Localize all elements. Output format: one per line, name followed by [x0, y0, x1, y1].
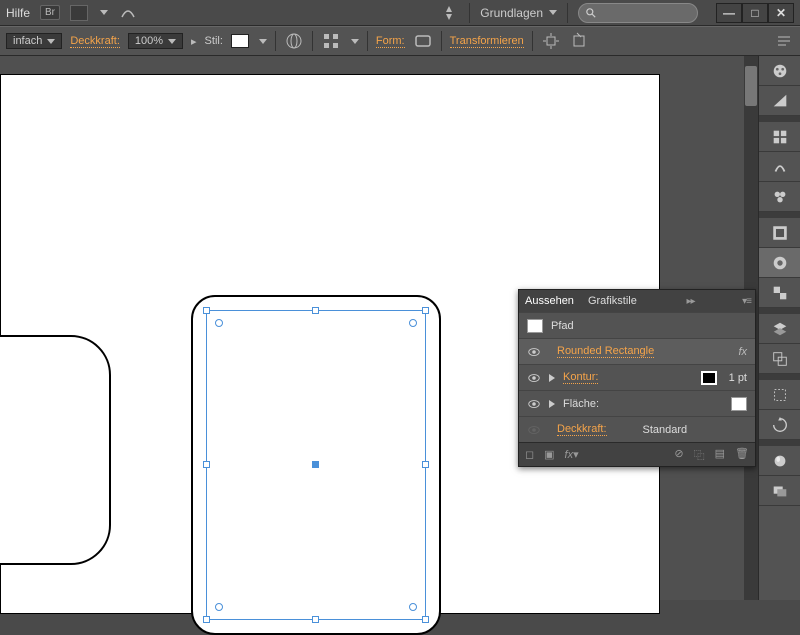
- options-bar: infach Deckkraft: 100% ▸ Stil: Form: Tra…: [0, 26, 800, 56]
- stroke-swatch[interactable]: [701, 371, 717, 385]
- dock-transform-icon[interactable]: [759, 410, 800, 440]
- clear-icon[interactable]: ⊘: [674, 447, 683, 463]
- style-swatch[interactable]: [231, 34, 249, 48]
- transform-label[interactable]: Transformieren: [450, 35, 524, 48]
- chevron-down-icon: [100, 10, 108, 15]
- new-fill-icon[interactable]: ◻: [525, 448, 534, 461]
- dock-appearance-icon[interactable]: [759, 446, 800, 476]
- appearance-row-fill[interactable]: Fläche:: [519, 390, 755, 416]
- expand-triangle-icon[interactable]: [549, 374, 555, 382]
- fill-swatch[interactable]: [731, 397, 747, 411]
- resize-handle-ne[interactable]: [422, 307, 429, 314]
- stroke-label[interactable]: Kontur:: [563, 371, 598, 384]
- path-label: Pfad: [551, 320, 574, 332]
- appearance-panel: Aussehen Grafikstile ▸▸ ▾≡ Pfad Rounded …: [518, 289, 756, 467]
- fill-label: Fläche:: [563, 398, 599, 410]
- dock-pathfinder-icon[interactable]: [759, 344, 800, 374]
- dock-graphic-styles-icon[interactable]: [759, 476, 800, 506]
- rounded-rect-shape[interactable]: [0, 335, 111, 565]
- opacity-value: Standard: [643, 424, 688, 436]
- corner-radius-se[interactable]: [409, 603, 417, 611]
- maximize-button[interactable]: □: [742, 3, 768, 23]
- arrange-documents-icon[interactable]: [70, 5, 88, 21]
- shape-rect-icon[interactable]: [413, 32, 433, 50]
- opacity-label[interactable]: Deckkraft:: [70, 35, 120, 48]
- isolate2-icon[interactable]: [569, 32, 589, 50]
- window-controls: — □ ✕: [716, 3, 794, 23]
- dock-color-guide-icon[interactable]: [759, 86, 800, 116]
- opacity-label[interactable]: Deckkraft:: [557, 423, 607, 436]
- globe-icon[interactable]: [284, 32, 304, 50]
- dock-swatches-icon[interactable]: [759, 122, 800, 152]
- style-label: Stil:: [205, 35, 223, 47]
- delete-icon[interactable]: 🗑: [735, 447, 749, 463]
- shape-label[interactable]: Form:: [376, 35, 405, 48]
- add-effect-icon[interactable]: fx▾: [565, 448, 579, 461]
- corner-radius-ne[interactable]: [409, 319, 417, 327]
- panel-tabs: Aussehen Grafikstile ▸▸ ▾≡: [519, 290, 755, 312]
- isolate-icon[interactable]: [541, 32, 561, 50]
- dock-stroke-icon[interactable]: [759, 218, 800, 248]
- brush-style-field[interactable]: infach: [6, 33, 62, 49]
- resize-handle-sw[interactable]: [203, 616, 210, 623]
- scrollbar-thumb[interactable]: [745, 66, 757, 106]
- selection-bounding-box[interactable]: [206, 310, 426, 620]
- dock-gradient-icon[interactable]: [759, 248, 800, 278]
- corner-radius-sw[interactable]: [215, 603, 223, 611]
- resize-handle-nw[interactable]: [203, 307, 210, 314]
- right-dock: [758, 56, 800, 600]
- dock-transparency-icon[interactable]: [759, 278, 800, 308]
- object-thumb: [527, 319, 543, 333]
- dock-color-icon[interactable]: [759, 56, 800, 86]
- new-stroke-icon[interactable]: ▣: [544, 448, 554, 461]
- resize-handle-se[interactable]: [422, 616, 429, 623]
- dock-layers-icon[interactable]: [759, 314, 800, 344]
- appearance-row-effect[interactable]: Rounded Rectangle fx: [519, 338, 755, 364]
- expand-triangle-icon[interactable]: [549, 400, 555, 408]
- resize-handle-s[interactable]: [312, 616, 319, 623]
- effect-link[interactable]: Rounded Rectangle: [557, 345, 654, 358]
- panel-menu-icon[interactable]: ▾≡: [742, 296, 751, 307]
- sync-icon[interactable]: [439, 4, 459, 22]
- opacity-field[interactable]: 100%: [128, 33, 183, 49]
- dock-symbols-icon[interactable]: [759, 182, 800, 212]
- stroke-value[interactable]: 1 pt: [729, 372, 747, 384]
- dock-brushes-icon[interactable]: [759, 152, 800, 182]
- bridge-badge[interactable]: Br: [40, 5, 60, 20]
- resize-handle-n[interactable]: [312, 307, 319, 314]
- visibility-icon[interactable]: [527, 397, 541, 411]
- panel-footer: ◻ ▣ fx▾ ⊘ ⿻ ▤ 🗑: [519, 442, 755, 466]
- tab-appearance[interactable]: Aussehen: [523, 293, 576, 309]
- visibility-icon[interactable]: [527, 345, 541, 359]
- new-icon[interactable]: ▤: [715, 447, 725, 463]
- resize-handle-e[interactable]: [422, 461, 429, 468]
- appearance-row-stroke[interactable]: Kontur: 1 pt: [519, 364, 755, 390]
- gpu-icon[interactable]: [118, 4, 138, 22]
- tab-graphic-styles[interactable]: Grafikstile: [586, 293, 639, 309]
- menu-help[interactable]: Hilfe: [6, 6, 30, 20]
- dock-artboards-icon[interactable]: [759, 380, 800, 410]
- search-icon: [585, 7, 597, 19]
- align-grid-icon[interactable]: [321, 32, 341, 50]
- chevron-down-icon: [549, 10, 557, 15]
- app-menubar: Hilfe Br Grundlagen — □ ✕: [0, 0, 800, 26]
- appearance-row-opacity[interactable]: Deckkraft: Standard: [519, 416, 755, 442]
- duplicate-icon[interactable]: ⿻: [694, 447, 705, 463]
- resize-handle-w[interactable]: [203, 461, 210, 468]
- search-input[interactable]: [578, 3, 698, 23]
- fx-badge[interactable]: fx: [738, 346, 747, 358]
- appearance-row-path[interactable]: Pfad: [519, 312, 755, 338]
- visibility-icon-dim[interactable]: [527, 423, 541, 437]
- workspace-switcher[interactable]: Grundlagen: [480, 6, 557, 20]
- center-point[interactable]: [312, 461, 319, 468]
- close-button[interactable]: ✕: [768, 3, 794, 23]
- options-overflow-icon[interactable]: [774, 32, 794, 50]
- minimize-button[interactable]: —: [716, 3, 742, 23]
- panel-collapse-icon[interactable]: ▸▸: [686, 296, 694, 307]
- corner-radius-nw[interactable]: [215, 319, 223, 327]
- visibility-icon[interactable]: [527, 371, 541, 385]
